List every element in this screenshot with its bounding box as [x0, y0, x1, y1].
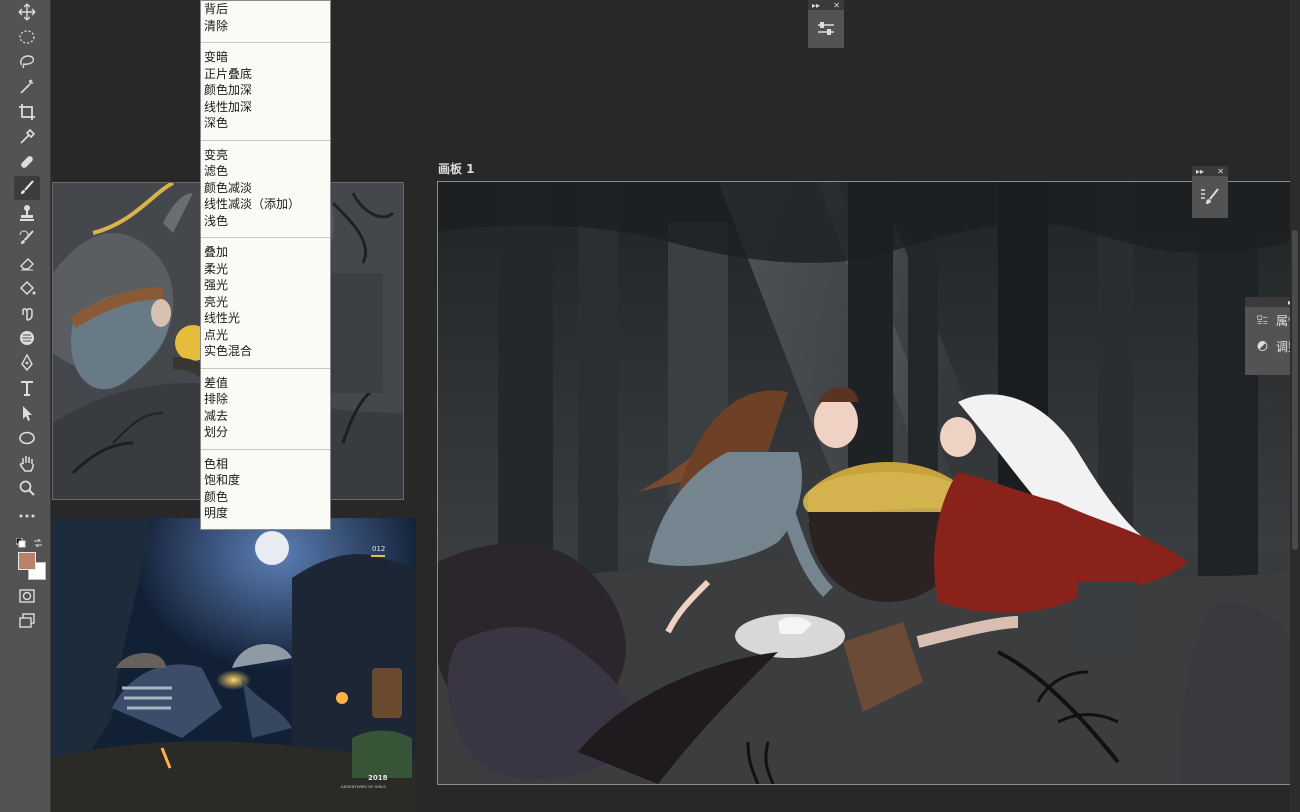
marquee-tool-icon[interactable] [16, 27, 38, 47]
close-panel-icon[interactable]: ✕ [833, 1, 840, 10]
quick-mask-icon[interactable] [16, 586, 38, 606]
magic-wand-tool-icon[interactable] [16, 77, 38, 97]
ellipse-tool-icon[interactable] [16, 428, 38, 448]
blend-mode-option[interactable]: 划分 [204, 424, 330, 441]
poster-year: 2018 [368, 774, 388, 782]
close-panel-icon[interactable]: ✕ [1217, 167, 1224, 176]
poster-caption: ADVENTURES OF GIRLS [341, 784, 386, 789]
sliders-icon [818, 22, 834, 35]
clone-stamp-tool-icon[interactable] [16, 203, 38, 223]
right-scrollbar[interactable] [1290, 0, 1300, 812]
brush-settings-icon [1201, 188, 1219, 204]
blend-mode-option[interactable]: 明度 [204, 505, 330, 522]
hand-tool-icon[interactable] [16, 453, 38, 473]
blend-mode-group: 变暗 正片叠底 颜色加深 线性加深 深色 [201, 43, 330, 141]
blend-mode-group: 差值 排除 减去 划分 [201, 369, 330, 450]
collapse-panel-icon[interactable]: ▸▸ [1196, 167, 1204, 176]
blend-mode-option[interactable]: 清除 [204, 18, 330, 35]
top-mini-panel-header: ▸▸ ✕ [808, 0, 844, 10]
crop-tool-icon[interactable] [16, 102, 38, 122]
lasso-tool-icon[interactable] [16, 52, 38, 72]
blend-mode-option[interactable]: 色相 [204, 456, 330, 473]
blend-mode-option[interactable]: 正片叠底 [204, 66, 330, 83]
more-tools-icon[interactable] [16, 506, 38, 526]
blend-mode-option[interactable]: 变亮 [204, 147, 330, 164]
brush-tool-icon[interactable] [14, 176, 40, 200]
artboard-canvas[interactable] [437, 181, 1291, 785]
default-colors-icon[interactable] [15, 533, 26, 548]
path-select-tool-icon[interactable] [16, 403, 38, 423]
brush-mini-panel: ▸▸ ✕ [1192, 166, 1228, 218]
move-tool-icon[interactable] [16, 2, 38, 22]
swap-colors-icon[interactable] [33, 533, 43, 548]
blend-mode-group: 背后 清除 [201, 1, 330, 43]
smudge-tool-icon[interactable] [16, 303, 38, 323]
foreground-color-swatch[interactable] [18, 552, 36, 570]
pen-tool-icon[interactable] [16, 353, 38, 373]
blend-mode-option[interactable]: 深色 [204, 115, 330, 132]
brush-settings-button[interactable] [1192, 176, 1228, 218]
blend-mode-option[interactable]: 减去 [204, 408, 330, 425]
blend-mode-group: 色相 饱和度 颜色 明度 [201, 450, 330, 530]
top-mini-panel: ▸▸ ✕ [808, 0, 844, 48]
blend-mode-option[interactable]: 线性加深 [204, 99, 330, 116]
blend-mode-option[interactable]: 颜色 [204, 489, 330, 506]
blend-mode-option[interactable]: 颜色减淡 [204, 180, 330, 197]
blend-mode-option[interactable]: 点光 [204, 327, 330, 344]
dodge-tool-icon[interactable] [16, 328, 38, 348]
reference-photo-image: 012 2018 ADVENTURES OF GIRLS [52, 518, 416, 812]
blend-mode-menu: 背后 清除 变暗 正片叠底 颜色加深 线性加深 深色 变亮 滤色 颜色减淡 线性减淡（添加） 浅色 叠加… [200, 0, 331, 530]
adjustments-sliders-button[interactable] [808, 10, 844, 48]
healing-tool-icon[interactable] [16, 152, 38, 172]
blend-mode-option[interactable]: 背后 [204, 1, 330, 18]
collapse-panel-icon[interactable]: ▸▸ [812, 1, 820, 10]
eraser-tool-icon[interactable] [16, 253, 38, 273]
blend-mode-option[interactable]: 浅色 [204, 213, 330, 230]
tools-panel [0, 0, 51, 812]
blend-mode-option[interactable]: 饱和度 [204, 472, 330, 489]
blend-mode-option[interactable]: 差值 [204, 375, 330, 392]
blend-mode-option[interactable]: 颜色加深 [204, 82, 330, 99]
blend-mode-option[interactable]: 叠加 [204, 244, 330, 261]
blend-mode-option[interactable]: 排除 [204, 391, 330, 408]
blend-mode-option[interactable]: 变暗 [204, 49, 330, 66]
history-brush-tool-icon[interactable] [16, 228, 38, 248]
blend-mode-option[interactable]: 实色混合 [204, 343, 330, 360]
blend-mode-group: 变亮 滤色 颜色减淡 线性减淡（添加） 浅色 [201, 141, 330, 238]
blend-mode-group: 叠加 柔光 强光 亮光 线性光 点光 实色混合 [201, 238, 330, 369]
blend-mode-option[interactable]: 线性减淡（添加） [204, 196, 330, 213]
blend-mode-option[interactable]: 柔光 [204, 261, 330, 278]
type-tool-icon[interactable] [16, 378, 38, 398]
color-swatches [10, 552, 46, 582]
zoom-tool-icon[interactable] [16, 478, 38, 498]
eyedropper-tool-icon[interactable] [16, 127, 38, 147]
artboard-label: 画板 1 [438, 162, 475, 176]
poster-number: 012 [372, 545, 385, 553]
screen-mode-icon[interactable] [16, 611, 38, 631]
scrollbar-thumb[interactable] [1292, 230, 1298, 550]
properties-icon [1257, 315, 1268, 324]
blend-mode-option[interactable]: 滤色 [204, 163, 330, 180]
blend-mode-option[interactable]: 亮光 [204, 294, 330, 311]
adjustments-icon [1257, 341, 1268, 351]
paint-bucket-tool-icon[interactable] [16, 278, 38, 298]
blend-mode-option[interactable]: 线性光 [204, 310, 330, 327]
blend-mode-option[interactable]: 强光 [204, 277, 330, 294]
brush-mini-panel-header: ▸▸ ✕ [1192, 166, 1228, 176]
